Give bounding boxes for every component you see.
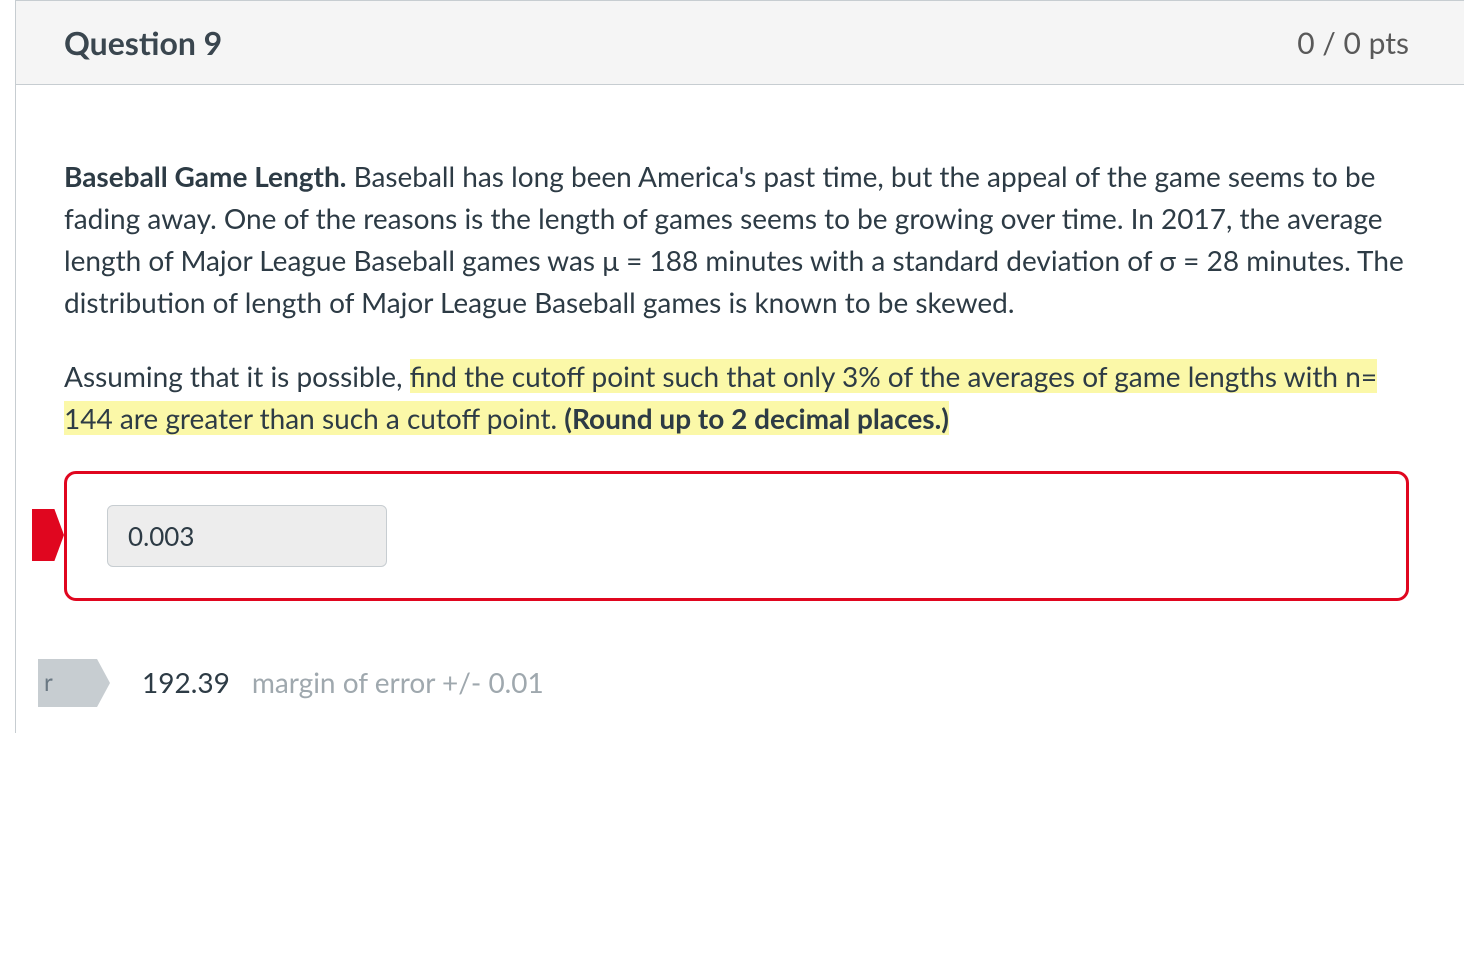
margin-of-error: margin of error +/- 0.01 xyxy=(252,661,544,703)
para2-pre: Assuming that it is possible, xyxy=(64,359,410,393)
question-body: Baseball Game Length. Baseball has long … xyxy=(16,85,1464,733)
question-paragraph-2: Assuming that it is possible, find the c… xyxy=(64,355,1409,439)
student-answer-input[interactable] xyxy=(107,505,387,567)
question-wrapper: Question 9 0 / 0 pts Baseball Game Lengt… xyxy=(15,0,1464,733)
question-title: Question 9 xyxy=(64,23,222,62)
answer-container xyxy=(64,471,1409,601)
correct-answer-row: r 192.39 margin of error +/- 0.01 xyxy=(64,621,1409,703)
correct-answer-flag-icon: r xyxy=(38,659,110,707)
question-points: 0 / 0 pts xyxy=(1297,25,1409,61)
correct-answer-value: 192.39 xyxy=(142,661,230,703)
lead-bold: Baseball Game Length. xyxy=(64,159,346,193)
incorrect-flag-icon xyxy=(32,509,64,561)
incorrect-answer-box xyxy=(64,471,1409,601)
question-paragraph-1: Baseball Game Length. Baseball has long … xyxy=(64,155,1409,323)
question-header: Question 9 0 / 0 pts xyxy=(16,0,1464,85)
para2-highlight-bold: (Round up to 2 decimal places.) xyxy=(564,401,949,435)
correct-flag-text: r xyxy=(44,665,53,701)
